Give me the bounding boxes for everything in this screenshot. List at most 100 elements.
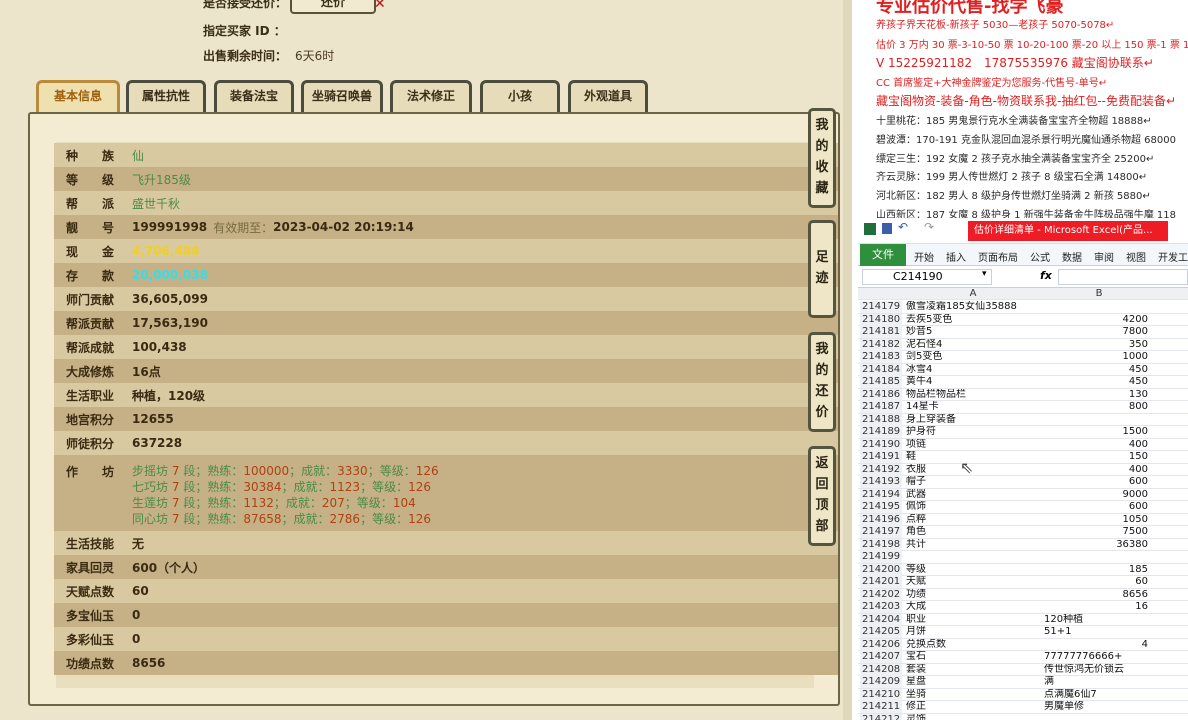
table-row[interactable]: 214201 天赋 60 <box>858 576 1188 589</box>
cell-a[interactable]: 职业 <box>904 614 1040 626</box>
cell-a[interactable]: 帽子 <box>904 476 1040 488</box>
row-number[interactable]: 214193 <box>860 476 902 488</box>
cell-b[interactable]: 4 <box>1042 639 1150 651</box>
ribbon-tab-developer[interactable]: 开发工 <box>1158 249 1188 264</box>
close-icon[interactable]: ✕ <box>374 0 386 12</box>
cell-b[interactable]: 350 <box>1042 339 1150 351</box>
table-row[interactable]: 214209 星盘满 <box>858 676 1188 689</box>
row-number[interactable]: 214182 <box>860 338 902 351</box>
table-row[interactable]: 214202 功绩 8656 <box>858 588 1188 601</box>
row-number[interactable]: 214196 <box>860 513 902 526</box>
cell-b[interactable]: 1000 <box>1042 351 1150 363</box>
cell-a[interactable]: 物品栏物品栏 <box>904 389 1040 401</box>
row-number[interactable]: 214185 <box>860 376 902 388</box>
table-row[interactable]: 214211 修正 男魔单修 <box>858 701 1188 714</box>
formula-input[interactable] <box>1058 269 1188 285</box>
row-number[interactable]: 214212 <box>860 713 902 720</box>
table-row[interactable]: 214199 <box>858 551 1188 564</box>
cell-a[interactable]: 修正 <box>904 701 1040 713</box>
cell-a[interactable]: 天赋 <box>904 576 1040 588</box>
row-number[interactable]: 214192 <box>860 463 902 476</box>
name-box[interactable]: C214190 <box>862 269 992 285</box>
table-row[interactable]: 214181 妙音5 7800 <box>858 326 1188 339</box>
cell-b[interactable]: 450 <box>1042 364 1150 376</box>
row-number[interactable]: 214200 <box>860 563 902 576</box>
cell-a[interactable]: 月饼 <box>904 626 1040 638</box>
row-number[interactable]: 214187 <box>860 401 902 413</box>
row-number[interactable]: 214201 <box>860 576 902 588</box>
table-row[interactable]: 214189 护身符 1500 <box>858 426 1188 439</box>
cell-b[interactable]: 400 <box>1042 439 1150 451</box>
cell-a[interactable]: 身上穿装备 <box>904 414 1040 426</box>
row-number[interactable]: 214207 <box>860 651 902 663</box>
row-number[interactable]: 214206 <box>860 638 902 651</box>
row-number[interactable]: 214181 <box>860 326 902 338</box>
cell-b[interactable]: 点满魔6仙7 <box>1042 689 1154 701</box>
tab-basic-info[interactable]: 基本信息 <box>36 80 120 116</box>
table-row[interactable]: 214212 灵饰 <box>858 713 1188 720</box>
cell-a[interactable]: 武器 <box>904 489 1040 501</box>
table-row[interactable]: 214180 去疾5变色 4200 <box>858 313 1188 326</box>
cell-b[interactable]: 51+1 <box>1042 626 1154 638</box>
table-row[interactable]: 214186 物品栏物品栏 130 <box>858 388 1188 401</box>
spreadsheet-grid[interactable]: A B 214179 傲雪凌霜185女仙35888 214180 去疾5变色 4200 2… <box>858 288 1188 720</box>
table-row[interactable]: 214198 共计 36380 <box>858 538 1188 551</box>
table-row[interactable]: 214187 14星卡 800 <box>858 401 1188 414</box>
table-row[interactable]: 214192 衣服 400 <box>858 463 1188 476</box>
row-number[interactable]: 214211 <box>860 701 902 713</box>
cell-a[interactable]: 灵饰 <box>904 714 1040 720</box>
cell-a[interactable]: 妙音5 <box>904 326 1040 338</box>
cell-b[interactable]: 800 <box>1042 401 1150 413</box>
cell-a[interactable]: 冰雪4 <box>904 364 1040 376</box>
cell-a[interactable]: 佩饰 <box>904 501 1040 513</box>
row-number[interactable]: 214203 <box>860 601 902 613</box>
table-row[interactable]: 214195 佩饰 600 <box>858 501 1188 514</box>
row-number[interactable]: 214190 <box>860 438 902 451</box>
cell-a[interactable]: 共计 <box>904 539 1040 551</box>
cell-a[interactable]: 点粹 <box>904 514 1040 526</box>
ribbon-tab-formulas[interactable]: 公式 <box>1030 249 1050 264</box>
function-icon[interactable]: fx <box>1040 269 1052 282</box>
row-number[interactable]: 214184 <box>860 363 902 376</box>
tab-equipment[interactable]: 装备法宝 <box>214 80 294 112</box>
footprints-button[interactable]: 足迹 <box>808 220 836 318</box>
cell-b[interactable]: 450 <box>1042 376 1150 388</box>
redo-icon[interactable]: ↷ <box>924 220 934 234</box>
ribbon-tab-file[interactable]: 文件 <box>860 244 906 266</box>
row-number[interactable]: 214197 <box>860 526 902 538</box>
cell-a[interactable]: 功绩 <box>904 589 1040 601</box>
row-number[interactable]: 214208 <box>860 663 902 676</box>
table-row[interactable]: 214205 月饼 51+1 <box>858 626 1188 639</box>
table-row[interactable]: 214204 职业 120种植 <box>858 613 1188 626</box>
table-row[interactable]: 214184 冰雪4 450 <box>858 363 1188 376</box>
tab-appearance[interactable]: 外观道具 <box>568 80 648 112</box>
cell-a[interactable]: 泥石怪4 <box>904 339 1040 351</box>
page-scrollbar[interactable] <box>843 0 852 720</box>
cell-a[interactable]: 护身符 <box>904 426 1040 438</box>
table-row[interactable]: 214193 帽子 600 <box>858 476 1188 489</box>
ribbon-tab-insert[interactable]: 插入 <box>946 249 966 264</box>
table-row[interactable]: 214206 兑换点数 4 <box>858 638 1188 651</box>
row-number[interactable]: 214183 <box>860 351 902 363</box>
ribbon-tab-view[interactable]: 视图 <box>1126 249 1146 264</box>
table-row[interactable]: 214197 角色 7500 <box>858 526 1188 539</box>
cell-a[interactable]: 角色 <box>904 526 1040 538</box>
cell-a[interactable]: 黄牛4 <box>904 376 1040 388</box>
cell-b[interactable]: 传世惊鸿无价锁云 <box>1042 664 1154 676</box>
row-number[interactable]: 214194 <box>860 488 902 501</box>
cell-b[interactable]: 7800 <box>1042 326 1150 338</box>
undo-icon[interactable]: ↶ <box>898 220 908 234</box>
column-header-b[interactable]: B <box>1042 288 1154 300</box>
cell-a[interactable]: 大成 <box>904 601 1040 613</box>
row-number[interactable]: 214202 <box>860 588 902 601</box>
back-to-top-button[interactable]: 返回顶部 <box>808 446 836 546</box>
cell-a[interactable]: 去疾5变色 <box>904 314 1040 326</box>
table-row[interactable]: 214208 套装 传世惊鸿无价锁云 <box>858 663 1188 676</box>
row-number[interactable]: 214188 <box>860 413 902 426</box>
cell-a[interactable]: 宝石 <box>904 651 1040 663</box>
table-row[interactable]: 214200 等级 185 <box>858 563 1188 576</box>
row-number[interactable]: 214191 <box>860 451 902 463</box>
table-row[interactable]: 214179 傲雪凌霜185女仙35888 <box>858 301 1188 314</box>
cell-a[interactable]: 剑5变色 <box>904 351 1040 363</box>
chevron-down-icon[interactable]: ▾ <box>982 269 987 279</box>
